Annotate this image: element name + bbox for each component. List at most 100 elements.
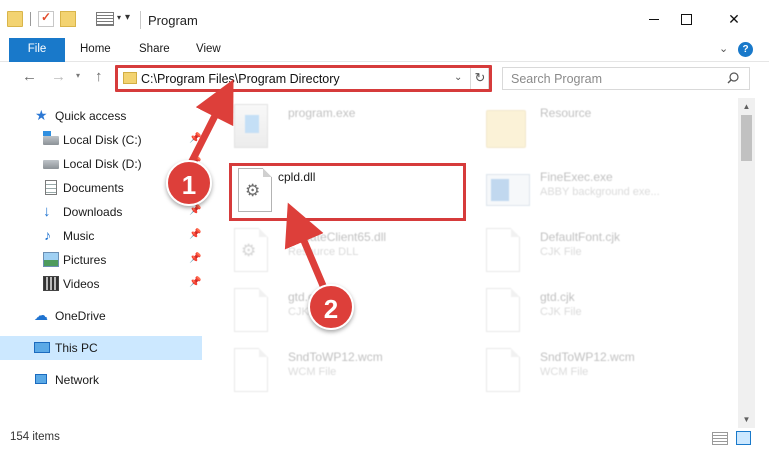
forward-arrow-icon[interactable]: → bbox=[51, 68, 66, 85]
pin-icon[interactable]: 📌 bbox=[189, 205, 201, 216]
sidebar-item-this-pc[interactable]: This PC bbox=[0, 336, 202, 360]
file-list: program.exe Resource cpld.dll FineExec.e… bbox=[216, 98, 738, 422]
file-type: WCM File bbox=[540, 366, 589, 378]
details-view-icon[interactable] bbox=[712, 432, 728, 445]
step-2-badge: 2 bbox=[308, 284, 354, 330]
view-icon[interactable] bbox=[96, 12, 114, 26]
close-button[interactable]: ✕ bbox=[711, 0, 757, 38]
properties-icon[interactable] bbox=[38, 10, 54, 27]
list-item[interactable]: program.exe bbox=[226, 98, 456, 154]
exe-icon bbox=[234, 104, 268, 148]
dll-gear-icon bbox=[234, 228, 268, 272]
list-item[interactable]: UpdateClient65.dll Resource DLL bbox=[226, 222, 456, 278]
videos-icon bbox=[43, 276, 59, 291]
sidebar-item-local-disk-c[interactable]: Local Disk (C:) 📌 bbox=[0, 128, 202, 152]
search-icon[interactable] bbox=[727, 72, 739, 84]
sidebar-item-onedrive[interactable]: ☁ OneDrive bbox=[0, 304, 202, 328]
navigation-bar: ← → ▾ ↑ C:\Program Files\Program Directo… bbox=[0, 62, 769, 94]
sidebar-item-videos[interactable]: Videos 📌 bbox=[0, 272, 202, 296]
sidebar-item-label: Music bbox=[63, 229, 95, 243]
document-icon bbox=[486, 348, 520, 392]
folder-icon[interactable] bbox=[7, 11, 23, 27]
sidebar-item-label: Documents bbox=[63, 181, 124, 195]
address-bar[interactable]: C:\Program Files\Program Directory ⌄ ↻ bbox=[117, 67, 489, 90]
close-icon: ✕ bbox=[728, 10, 740, 27]
maximize-button[interactable] bbox=[663, 0, 709, 38]
maximize-icon bbox=[680, 13, 692, 25]
disk-icon bbox=[43, 131, 59, 145]
file-name: SndToWP12.wcm bbox=[288, 350, 383, 364]
expand-ribbon-icon[interactable]: ⌄ bbox=[719, 42, 728, 55]
file-name: DefaultFont.cjk bbox=[540, 230, 621, 244]
folder-icon bbox=[123, 72, 137, 84]
scroll-up-icon[interactable]: ▲ bbox=[738, 98, 755, 115]
sidebar-item-label: Local Disk (D:) bbox=[63, 157, 142, 171]
pin-icon[interactable]: 📌 bbox=[189, 253, 201, 264]
window-title: Program bbox=[148, 13, 198, 28]
file-type: WCM File bbox=[288, 366, 337, 378]
documents-icon bbox=[45, 180, 57, 195]
tab-file[interactable]: File bbox=[9, 38, 65, 62]
sidebar-item-pictures[interactable]: Pictures 📌 bbox=[0, 248, 202, 272]
minimize-icon bbox=[649, 18, 659, 20]
scroll-down-icon[interactable]: ▼ bbox=[738, 411, 755, 428]
pin-icon[interactable]: 📌 bbox=[189, 133, 201, 144]
list-item[interactable]: gtd.cjk CJK File bbox=[478, 282, 728, 338]
help-icon[interactable]: ? bbox=[738, 42, 753, 57]
file-name: UpdateClient65.dll bbox=[288, 230, 387, 244]
file-type: CJK File bbox=[540, 246, 582, 258]
customize-quick-access-icon[interactable]: ▾ bbox=[125, 12, 130, 23]
new-folder-icon[interactable] bbox=[60, 11, 76, 27]
tab-share[interactable]: Share bbox=[139, 38, 170, 62]
download-icon: ↓ bbox=[43, 203, 51, 220]
sidebar-item-label: Downloads bbox=[63, 205, 123, 219]
status-bar: 154 items bbox=[0, 428, 769, 450]
file-type: Resource DLL bbox=[288, 246, 359, 258]
divider bbox=[30, 12, 31, 26]
chevron-down-icon[interactable]: ⌄ bbox=[454, 72, 462, 83]
sidebar-item-label: OneDrive bbox=[55, 309, 106, 323]
list-item[interactable]: FineExec.exe ABBY background exe... bbox=[478, 162, 728, 218]
chevron-down-icon[interactable]: ▾ bbox=[117, 13, 121, 22]
sidebar-item-downloads[interactable]: ↓ Downloads 📌 bbox=[0, 200, 202, 224]
list-item[interactable]: DefaultFont.cjk CJK File bbox=[478, 222, 728, 278]
star-icon: ★ bbox=[35, 107, 48, 123]
item-count: 154 items bbox=[10, 431, 60, 443]
file-type: ABBY background exe... bbox=[540, 186, 660, 198]
search-placeholder: Search Program bbox=[511, 72, 603, 86]
refresh-icon[interactable]: ↻ bbox=[470, 68, 489, 89]
file-name: program.exe bbox=[288, 106, 356, 120]
address-path[interactable]: C:\Program Files\Program Directory bbox=[141, 72, 340, 86]
large-icons-view-icon[interactable] bbox=[736, 431, 751, 445]
list-item[interactable]: cpld.dll bbox=[230, 162, 460, 218]
back-arrow-icon[interactable]: ← bbox=[22, 68, 37, 85]
scrollbar-thumb[interactable] bbox=[741, 115, 752, 161]
sidebar-item-network[interactable]: Network bbox=[0, 368, 202, 392]
file-type: CJK File bbox=[540, 306, 582, 318]
title-bar: ▾ ▾ Program ✕ bbox=[0, 0, 769, 38]
document-icon bbox=[234, 348, 268, 392]
window-bottom-edge bbox=[0, 450, 769, 466]
pin-icon[interactable]: 📌 bbox=[189, 277, 201, 288]
list-item[interactable]: SndToWP12.wcm WCM File bbox=[478, 342, 728, 398]
dll-gear-icon bbox=[238, 168, 272, 212]
sidebar-item-music[interactable]: ♪ Music 📌 bbox=[0, 224, 202, 248]
search-input[interactable]: Search Program bbox=[502, 67, 750, 90]
recent-locations-icon[interactable]: ▾ bbox=[76, 71, 80, 80]
cloud-icon: ☁ bbox=[34, 307, 48, 323]
pictures-icon bbox=[43, 252, 59, 267]
file-name: gtd.cjk bbox=[540, 290, 575, 304]
list-item[interactable]: SndToWP12.wcm WCM File bbox=[226, 342, 456, 398]
sidebar-item-quick-access[interactable]: ★ Quick access bbox=[0, 104, 202, 128]
tab-home[interactable]: Home bbox=[80, 38, 111, 62]
up-arrow-icon[interactable]: ↑ bbox=[95, 68, 103, 85]
file-name: cpld.dll bbox=[278, 170, 316, 184]
pin-icon[interactable]: 📌 bbox=[189, 229, 201, 240]
vertical-scrollbar[interactable]: ▲ ▼ bbox=[738, 98, 755, 428]
file-name: SndToWP12.wcm bbox=[540, 350, 635, 364]
sidebar-item-label: Network bbox=[55, 373, 100, 387]
music-icon: ♪ bbox=[44, 227, 51, 243]
list-item[interactable]: Resource bbox=[478, 98, 728, 154]
document-icon bbox=[486, 228, 520, 272]
tab-view[interactable]: View bbox=[196, 38, 221, 62]
